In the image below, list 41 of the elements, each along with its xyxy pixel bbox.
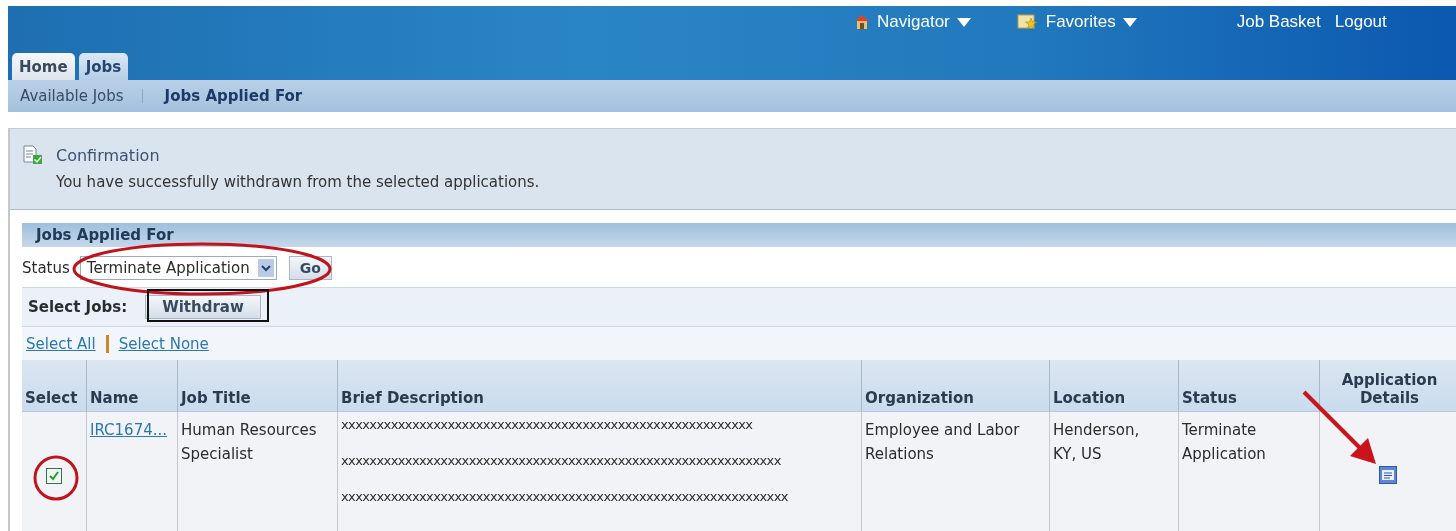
folder-star-icon (1016, 13, 1039, 31)
description-line: xxxxxxxxxxxxxxxxxxxxxxxxxxxxxxxxxxxxxxxxxxxxxxxxxxxxxxxxxxxxxxx (341, 490, 788, 504)
column-header: Select (22, 360, 87, 412)
header-link[interactable]: Job Basket (1232, 12, 1325, 32)
table-cell-text: Terminate Application (1182, 420, 1267, 465)
tab[interactable]: Jobs (78, 53, 129, 80)
confirmation-title: Confirmation (56, 145, 160, 165)
column-header: Application Details (1320, 360, 1456, 412)
select-jobs-label: Select Jobs: (28, 298, 128, 316)
favorites-menu[interactable]: Favorites (1012, 12, 1141, 32)
job-name-link[interactable]: IRC1674... (90, 418, 168, 442)
annotation-circle (33, 455, 79, 501)
status-dropdown[interactable]: Terminate Application (79, 256, 277, 280)
row-checkbox[interactable] (46, 468, 62, 484)
column-header: Status (1179, 360, 1320, 412)
column-header: Organization (862, 360, 1050, 412)
column-header: Location (1050, 360, 1179, 412)
withdraw-button[interactable]: Withdraw (145, 295, 261, 319)
confirmation-message: You have successfully withdrawn from the selected applications. (55, 173, 541, 191)
column-header: Brief Description (338, 360, 862, 412)
status-label: Status (22, 259, 70, 277)
table-cell-text: Henderson, KY, US (1053, 420, 1141, 465)
house-icon (854, 14, 870, 30)
document-check-icon (22, 145, 44, 165)
subtab[interactable]: Jobs Applied For (158, 87, 309, 105)
table-cell-text: Employee and Labor Relations (865, 420, 1021, 465)
tab[interactable]: Home (12, 53, 75, 80)
details-icon[interactable] (1379, 466, 1397, 484)
description-line: xxxxxxxxxxxxxxxxxxxxxxxxxxxxxxxxxxxxxxxxxxxxxxxxxxxxxxxxxx (341, 418, 753, 432)
caret-icon (956, 17, 971, 27)
header-link[interactable]: Logout (1330, 12, 1391, 32)
caret-icon (1122, 17, 1137, 27)
description-line: xxxxxxxxxxxxxxxxxxxxxxxxxxxxxxxxxxxxxxxxxxxxxxxxxxxxxxxxxxxxxx (341, 454, 781, 468)
table-cell-text: Human Resources Specialist (181, 420, 318, 465)
column-header: Name (87, 360, 178, 412)
column-header: Job Title (178, 360, 338, 412)
subtab[interactable]: Available Jobs (14, 87, 130, 105)
select-all-link[interactable]: Select All (26, 334, 96, 353)
navigator-menu[interactable]: Navigator (850, 12, 975, 32)
section-title: Jobs Applied For (36, 226, 174, 244)
select-none-link[interactable]: Select None (118, 334, 209, 353)
